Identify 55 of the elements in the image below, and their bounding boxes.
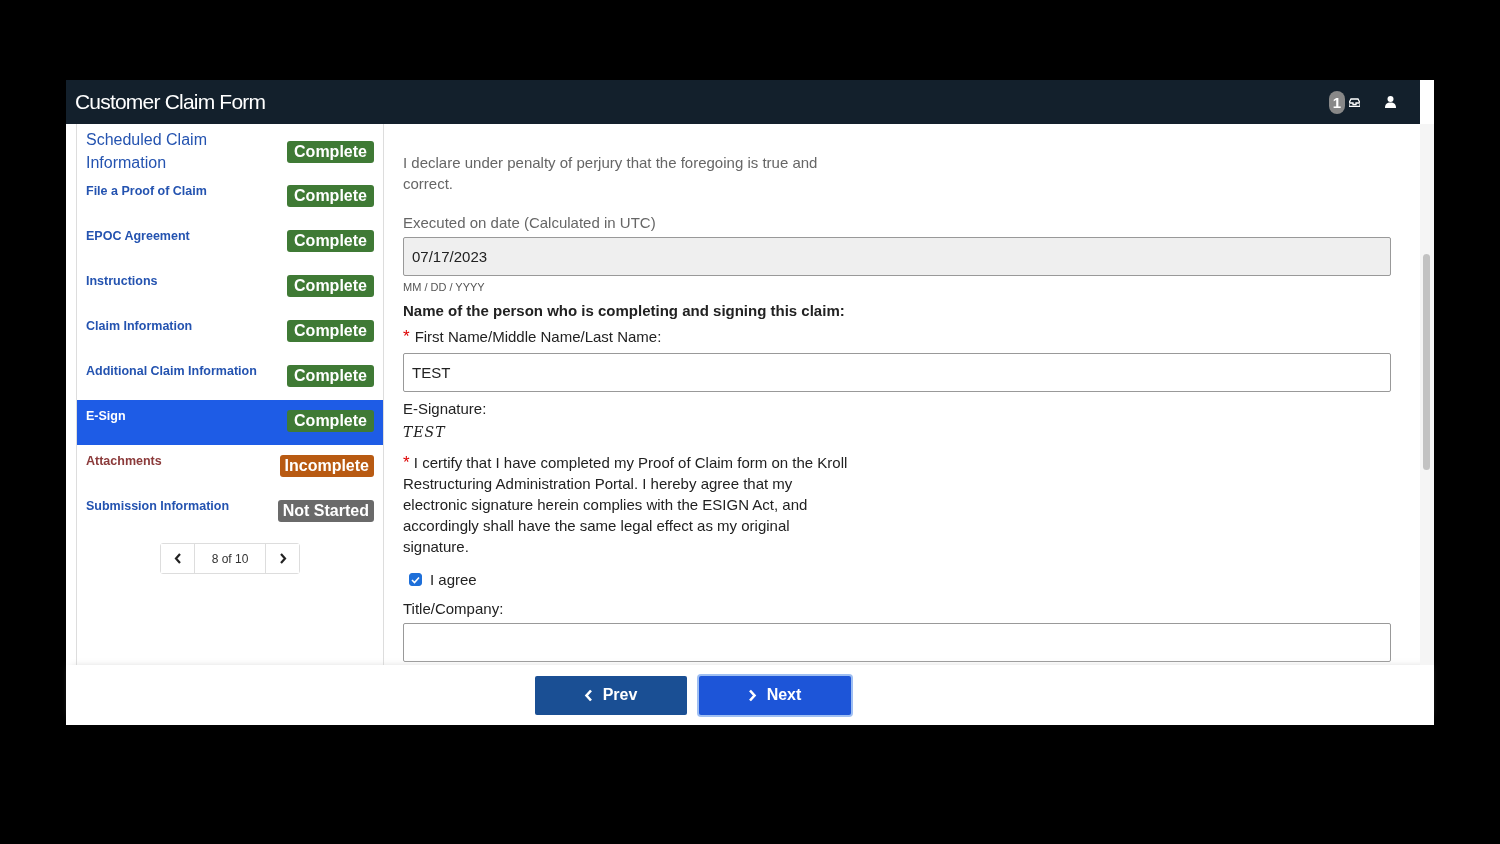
status-badge: Complete — [287, 275, 374, 297]
step-item[interactable]: Instructions Complete — [77, 265, 383, 310]
step-label: Additional Claim Information — [86, 364, 257, 378]
chevron-right-icon — [747, 688, 757, 702]
step-label: Attachments — [86, 454, 162, 468]
prev-button[interactable]: Prev — [534, 675, 687, 715]
e-signature-value: TEST — [403, 424, 447, 440]
name-field[interactable]: TEST — [403, 353, 1391, 392]
step-label: File a Proof of Claim — [86, 184, 207, 198]
step-item[interactable]: Claim Information Complete — [77, 310, 383, 355]
title-company-label: Title/Company: — [403, 600, 505, 617]
signer-heading: Name of the person who is completing and signing this claim: — [403, 302, 846, 319]
step-label: Claim Information — [86, 319, 193, 333]
status-badge: Complete — [287, 140, 374, 163]
status-badge: Incomplete — [279, 455, 374, 477]
step-label: Scheduled Claim Information — [86, 130, 208, 173]
status-badge: Complete — [287, 185, 374, 207]
status-badge: Complete — [287, 320, 374, 342]
step-label: E-Sign — [86, 409, 126, 423]
scrollbar-thumb[interactable] — [1423, 254, 1430, 470]
title-company-field[interactable] — [403, 623, 1391, 662]
date-label: Executed on date (Calculated in UTC) — [403, 214, 657, 231]
window-title: Customer Claim Form — [75, 90, 266, 114]
user-icon[interactable] — [1385, 96, 1396, 108]
status-badge: Complete — [287, 365, 374, 387]
e-signature-label: E-Signature: — [403, 400, 488, 417]
date-field[interactable]: 07/17/2023 — [403, 237, 1391, 276]
chevron-left-icon — [173, 553, 182, 564]
name-label: First Name/Middle Name/Last Name: — [414, 328, 662, 345]
status-badge: Complete — [287, 410, 374, 432]
notification-badge[interactable]: 1 — [1328, 90, 1345, 114]
required-mark: * — [403, 327, 410, 347]
certification-text: * I certify that I have completed my Proof of Claim form on the Kroll Restructuring Administration Portal. I hereby agree that my electronic signature herein complies with the ESIGN Act, and accordingly shall have the same legal effect as my original signature. — [403, 452, 848, 557]
declaration-text: I declare under penalty of perjury that the foregoing is true and correct. — [403, 153, 819, 194]
step-label: Instructions — [86, 274, 158, 288]
step-item[interactable]: Additional Claim Information Complete — [77, 355, 383, 400]
step-item[interactable]: EPOC Agreement Complete — [77, 220, 383, 265]
step-item[interactable]: E-Sign Complete — [77, 400, 383, 445]
step-label: EPOC Agreement — [86, 229, 190, 243]
step-item[interactable]: Attachments Incomplete — [77, 445, 383, 490]
status-badge: Complete — [287, 230, 374, 252]
inbox-icon[interactable] — [1349, 97, 1360, 107]
date-value: 07/17/2023 — [412, 248, 488, 265]
step-item[interactable]: File a Proof of Claim Complete — [77, 175, 383, 220]
agree-checkbox[interactable] — [409, 573, 422, 586]
step-label: Submission Information — [86, 499, 230, 513]
step-item[interactable]: Submission Information Not Started — [77, 490, 383, 535]
chevron-right-icon — [278, 553, 287, 564]
agree-label: I agree — [430, 571, 477, 588]
chevron-left-icon — [583, 688, 593, 702]
date-format-hint: MM / DD / YYYY — [403, 281, 486, 293]
step-item[interactable]: Scheduled Claim Information Complete — [77, 124, 383, 175]
next-button[interactable]: Next — [698, 675, 851, 715]
scrollbar[interactable] — [1420, 124, 1434, 665]
status-badge: Not Started — [277, 500, 374, 522]
